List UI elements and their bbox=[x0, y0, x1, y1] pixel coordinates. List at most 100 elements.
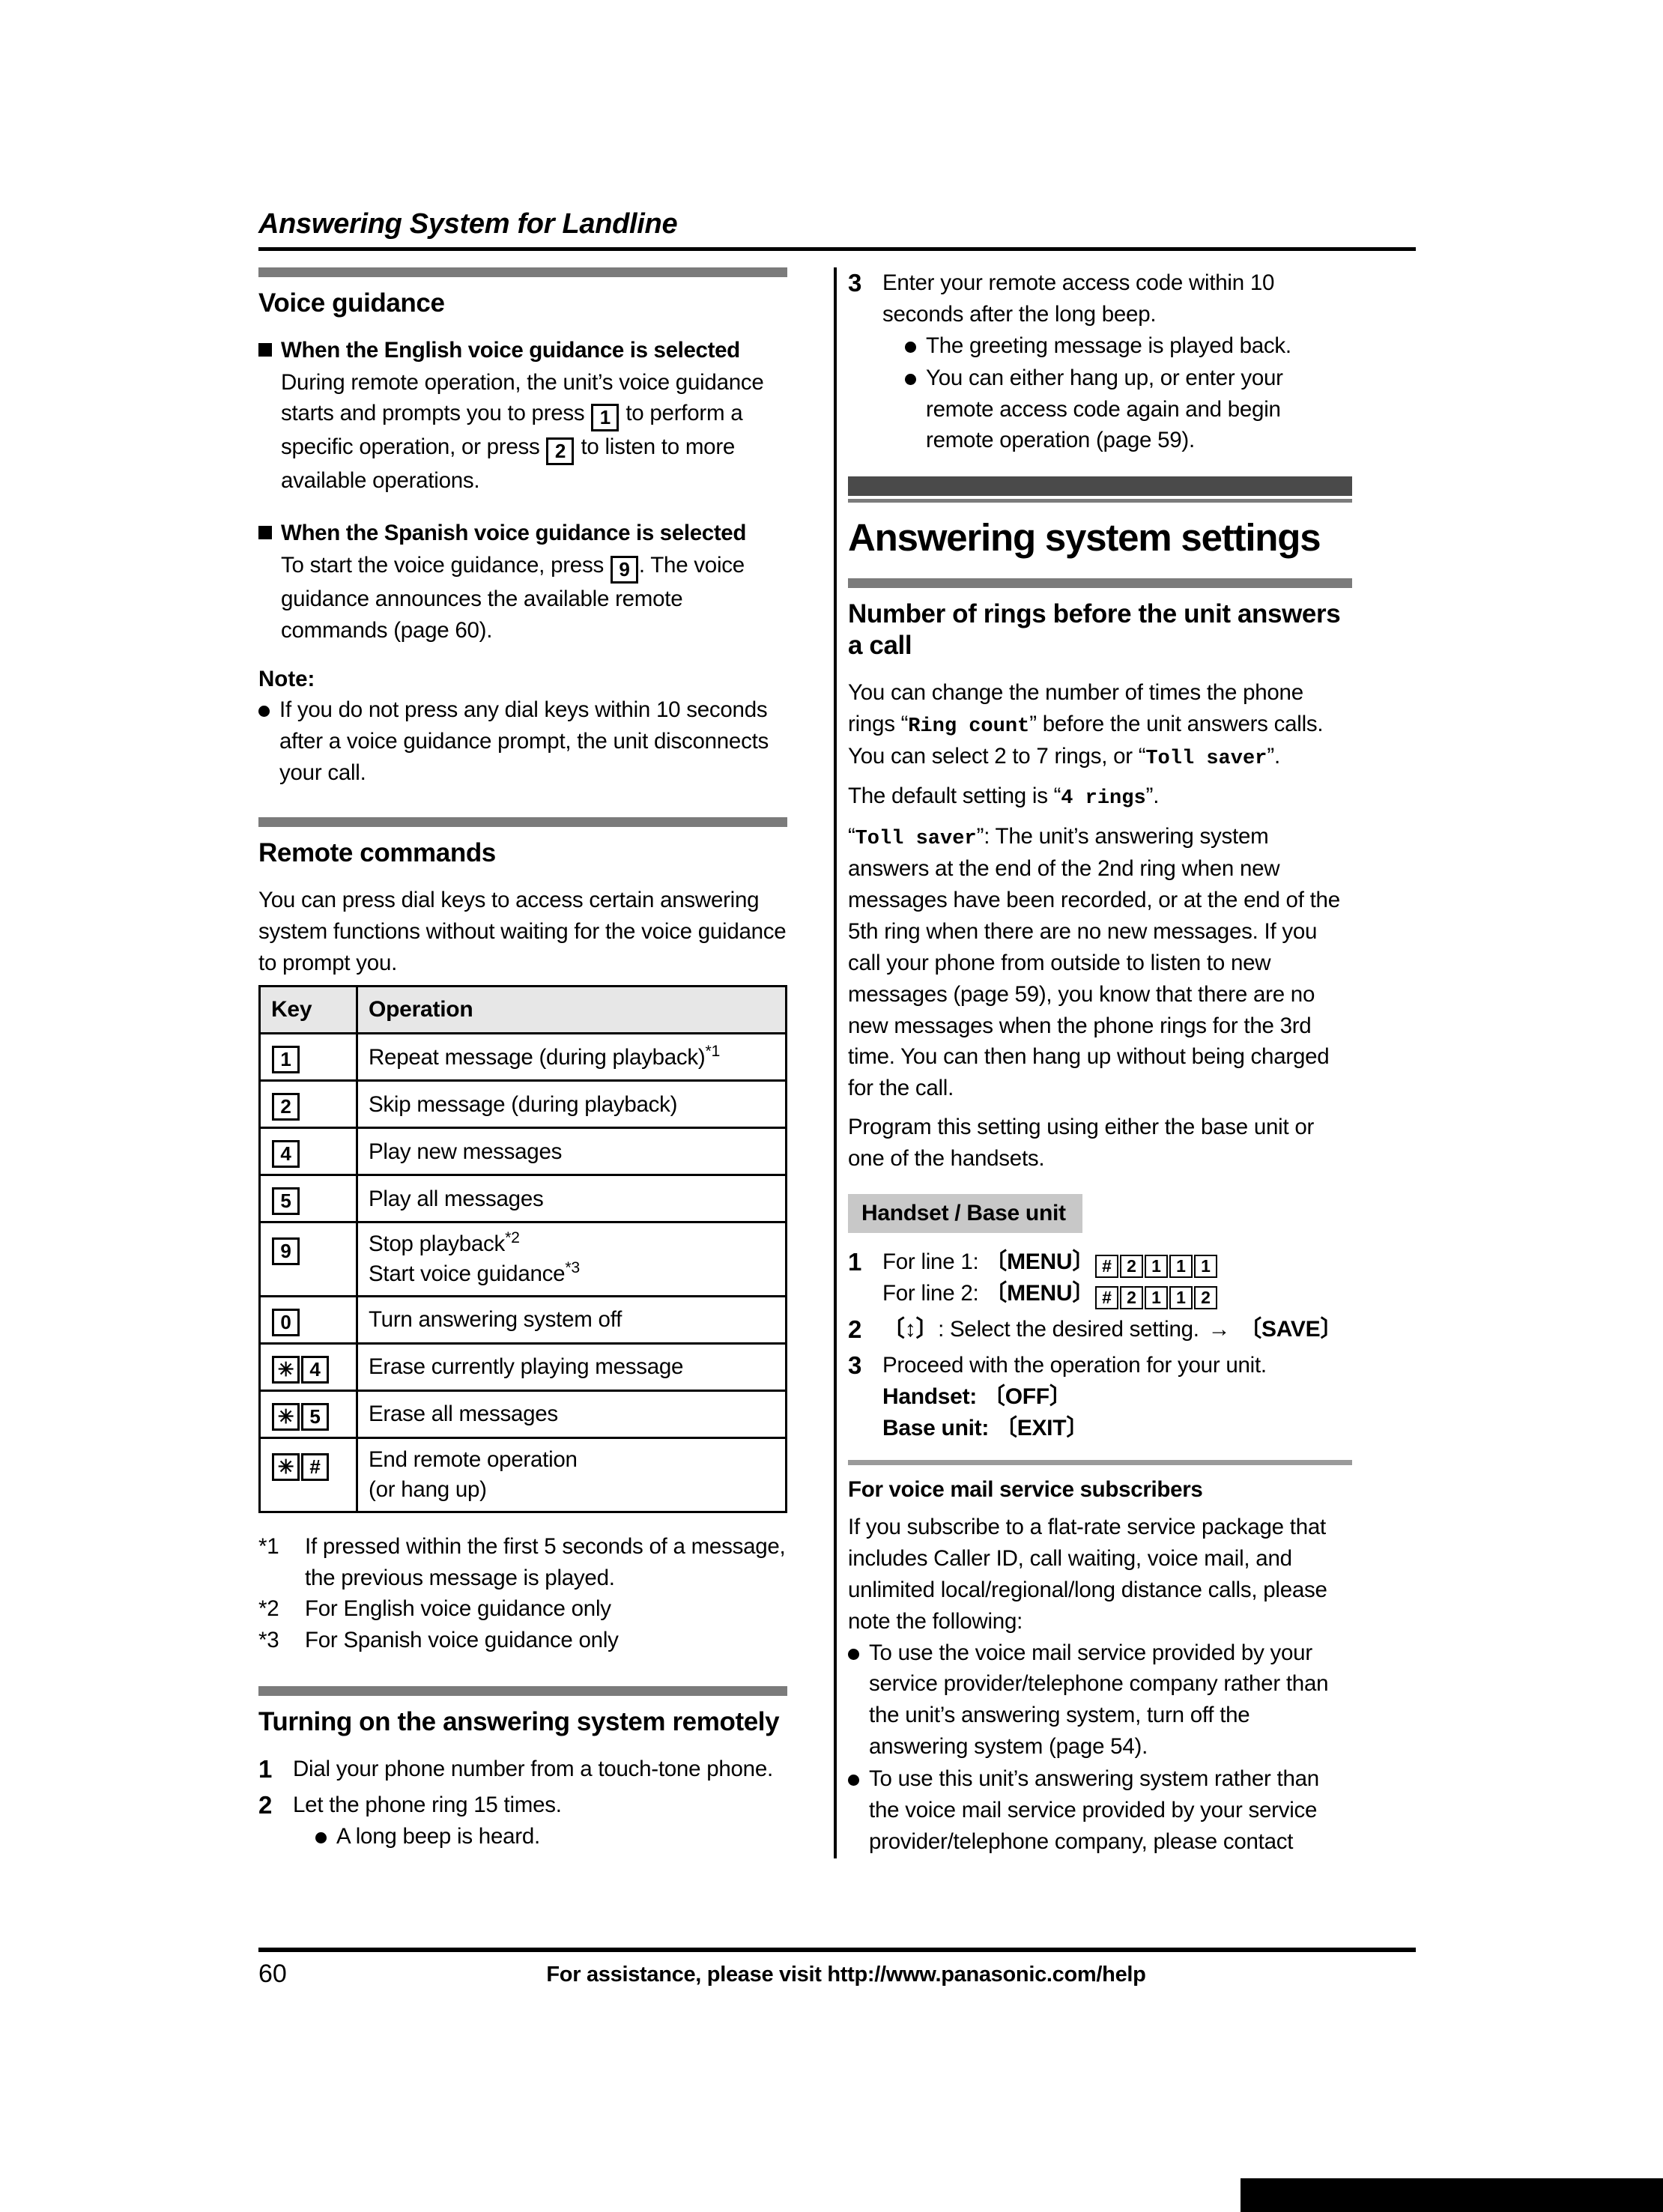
section-title-number-of-rings: Number of rings before the unit answers … bbox=[848, 599, 1341, 660]
section-bar-number-of-rings bbox=[848, 578, 1352, 589]
step-item: 2 Let the phone ring 15 times. A long be… bbox=[258, 1790, 787, 1853]
table-row: 5 Play all messages bbox=[258, 1174, 787, 1224]
paragraph-ring-count: You can change the number of times the p… bbox=[848, 679, 1324, 771]
menu-key-label: 〔MENU〕 bbox=[984, 1249, 1094, 1274]
section-title-remote-commands: Remote commands bbox=[258, 838, 496, 868]
step-number: 1 bbox=[848, 1247, 862, 1276]
bullet-dot-icon bbox=[848, 1775, 859, 1787]
key-glyph-hash: # bbox=[1094, 1286, 1118, 1310]
square-bullet-icon bbox=[258, 343, 272, 357]
step-item: 1 For line 1: 〔MENU〕 #2 1 1 1 For line 2: 〔M… bbox=[848, 1246, 1352, 1310]
section-title-turning-on: Turning on the answering system remotely bbox=[258, 1707, 780, 1737]
footer-row: 60 For assistance, please visit http://w… bbox=[258, 1960, 1416, 1997]
step-item: 3 Proceed with the operation for your un… bbox=[848, 1350, 1352, 1445]
table-row: 1 Repeat message (during playback)*1 bbox=[258, 1032, 787, 1082]
key-glyph-1: 1 bbox=[1144, 1286, 1168, 1310]
footer-rule bbox=[258, 1948, 1416, 1952]
column-divider bbox=[834, 267, 837, 1858]
table-cell-operation: End remote operation (or hang up) bbox=[356, 1437, 787, 1513]
step-number: 3 bbox=[848, 269, 862, 297]
handset-action-line: Handset: 〔OFF〕 bbox=[882, 1384, 1072, 1409]
key-glyph-1: 1 bbox=[1193, 1254, 1217, 1278]
table-row: ✳ 4 Erase currently playing message bbox=[258, 1342, 787, 1393]
operation-line-1: End remote operation bbox=[369, 1447, 578, 1473]
table-header-key: Key bbox=[258, 984, 358, 1035]
table-cell-operation: Turn answering system off bbox=[356, 1295, 787, 1345]
key-glyph-5: 5 bbox=[272, 1187, 300, 1216]
step-bullet-item: You can either hang up, or enter your re… bbox=[905, 363, 1352, 457]
menu-key-label: 〔MENU〕 bbox=[984, 1281, 1094, 1306]
step-item: 2 〔↕〕: Select the desired setting. → 〔SA… bbox=[848, 1314, 1352, 1346]
bullet-dot-icon bbox=[905, 373, 916, 385]
chapter-heading-block: Answering system settings bbox=[848, 476, 1352, 559]
assistance-text: For assistance, please visit http://www.… bbox=[546, 1963, 1146, 1987]
key-glyph-hash: # bbox=[301, 1453, 329, 1482]
paragraph-remote-commands-intro: You can press dial keys to access certai… bbox=[258, 888, 787, 976]
print-crop-bar bbox=[1241, 2178, 1663, 2212]
footnote-ref: *1 bbox=[705, 1041, 721, 1060]
table-row: 0 Turn answering system off bbox=[258, 1295, 787, 1345]
table-cell-operation: Play new messages bbox=[356, 1127, 787, 1177]
key-glyph-1: 1 bbox=[1144, 1254, 1168, 1278]
table-header-row: Key Operation bbox=[258, 984, 787, 1035]
table-cell-key: 2 bbox=[258, 1079, 358, 1130]
table-cell-operation: Skip message (during playback) bbox=[356, 1079, 787, 1130]
bullet-dot-icon bbox=[848, 1648, 859, 1660]
chapter-bar-thin bbox=[848, 499, 1352, 503]
paragraph-english-voice-guidance: During remote operation, the unit’s voic… bbox=[281, 369, 764, 494]
key-glyph-1: 1 bbox=[1169, 1254, 1193, 1278]
running-head-rule bbox=[258, 247, 1416, 251]
section-bar-voice-guidance bbox=[258, 267, 787, 277]
setting-name-4-rings: 4 rings bbox=[1061, 787, 1146, 810]
footnote-2: *2 For English voice guidance only bbox=[258, 1593, 787, 1625]
voice-mail-bullet-item: To use this unit’s answering system rath… bbox=[848, 1763, 1352, 1858]
step-number: 2 bbox=[258, 1791, 273, 1819]
table-cell-key: 0 bbox=[258, 1295, 358, 1345]
voice-mail-bullet-item: To use the voice mail service provided b… bbox=[848, 1637, 1352, 1763]
base-unit-action-line: Base unit: 〔EXIT〕 bbox=[882, 1416, 1088, 1441]
step-number: 2 bbox=[848, 1315, 862, 1344]
subsection-title-voice-mail: For voice mail service subscribers bbox=[848, 1477, 1203, 1503]
table-cell-key: 9 bbox=[258, 1221, 358, 1298]
operation-line-1: Stop playback*2 bbox=[369, 1228, 520, 1257]
right-column: 3 Enter your remote access code within 1… bbox=[805, 267, 1352, 1858]
footnote-ref: *2 bbox=[505, 1228, 520, 1247]
footnote-mark: *3 bbox=[258, 1628, 279, 1653]
running-head: Answering System for Landline bbox=[258, 208, 678, 240]
device-label-wrapper: Handset / Base unit bbox=[848, 1182, 1352, 1246]
key-glyph-0: 0 bbox=[272, 1309, 300, 1337]
table-cell-operation: Erase currently playing message bbox=[356, 1342, 787, 1393]
chapter-bar-thick bbox=[848, 476, 1352, 497]
step-text: Let the phone ring 15 times. bbox=[293, 1793, 562, 1818]
key-sequence-line-1: For line 1: 〔MENU〕 #2 1 1 1 bbox=[882, 1246, 1352, 1279]
table-cell-key: ✳ # bbox=[258, 1437, 358, 1513]
step-text-group: Let the phone ring 15 times. A long beep… bbox=[293, 1790, 787, 1853]
paragraph-default-setting: The default setting is “4 rings”. bbox=[848, 784, 1160, 810]
section-bar-remote-commands bbox=[258, 817, 787, 828]
table-cell-operation: Repeat message (during playback)*1 bbox=[356, 1032, 787, 1082]
footnote-3: *3 For Spanish voice guidance only bbox=[258, 1625, 787, 1656]
device-label-handset-base-unit: Handset / Base unit bbox=[848, 1193, 1082, 1233]
step-text: Dial your phone number from a touch-tone… bbox=[293, 1757, 773, 1782]
table-cell-operation: Play all messages bbox=[356, 1174, 787, 1224]
table-cell-key: 4 bbox=[258, 1127, 358, 1177]
table-row: 4 Play new messages bbox=[258, 1127, 787, 1177]
key-glyph-star: ✳ bbox=[272, 1356, 300, 1384]
table-header-operation: Operation bbox=[356, 984, 787, 1035]
table-cell-key: ✳ 5 bbox=[258, 1390, 358, 1440]
step-item: 1 Dial your phone number from a touch-to… bbox=[258, 1754, 787, 1786]
table-row: 2 Skip message (during playback) bbox=[258, 1079, 787, 1130]
step-text-group: Proceed with the operation for your unit… bbox=[882, 1350, 1352, 1445]
section-title-voice-guidance: Voice guidance bbox=[258, 288, 445, 318]
step-text: Enter your remote access code within 10 … bbox=[882, 270, 1275, 327]
key-glyph-9: 9 bbox=[610, 555, 638, 584]
step-text-group: Enter your remote access code within 10 … bbox=[882, 267, 1352, 457]
key-glyph-2: 2 bbox=[546, 437, 575, 466]
subheading-english-voice-guidance: When the English voice guidance is selec… bbox=[258, 335, 787, 366]
table-row: ✳ # End remote operation (or hang up) bbox=[258, 1437, 787, 1513]
section-bar-turning-on bbox=[258, 1686, 787, 1697]
key-glyph-2: 2 bbox=[1193, 1286, 1217, 1310]
key-glyph-5: 5 bbox=[301, 1403, 329, 1431]
paragraph-toll-saver-description: “Toll saver”: The unit’s answering syste… bbox=[848, 823, 1340, 1101]
table-row: ✳ 5 Erase all messages bbox=[258, 1390, 787, 1440]
